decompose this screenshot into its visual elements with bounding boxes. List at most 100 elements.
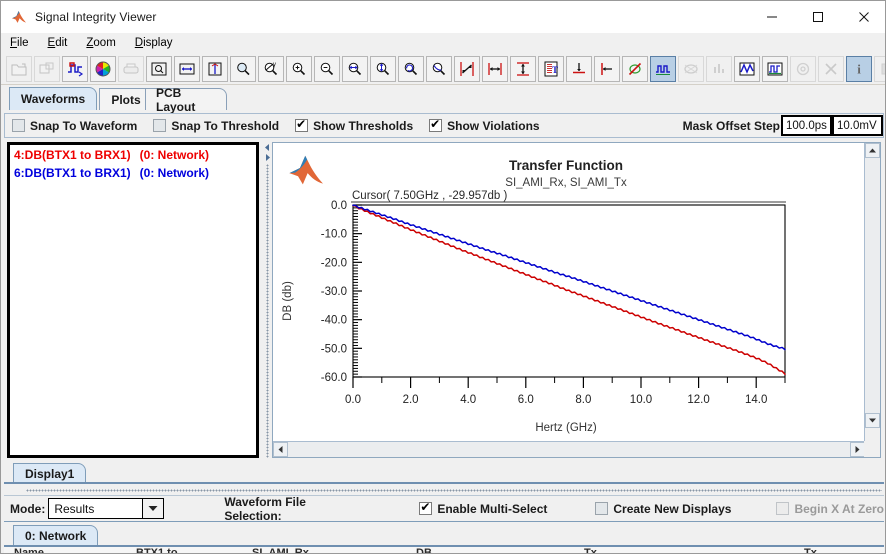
grip-dots — [26, 489, 882, 492]
print-icon — [118, 55, 144, 82]
text-report-icon[interactable]: T — [538, 55, 564, 82]
options-bar: Snap To Waveform Snap To Threshold Show … — [4, 113, 884, 138]
horizontal-scroll-track[interactable] — [288, 442, 850, 457]
splitter-collapse-left-icon[interactable] — [263, 143, 272, 152]
zoom-horizontal-icon[interactable] — [342, 55, 368, 82]
svg-text:-60.0: -60.0 — [321, 372, 347, 384]
collapse-up-icon[interactable] — [12, 487, 20, 499]
menu-file[interactable]: File — [8, 35, 37, 51]
menu-display[interactable]: Display — [133, 35, 181, 51]
vertical-scroll-track[interactable] — [865, 158, 880, 413]
tab-display1[interactable]: Display1 — [13, 463, 87, 483]
snap-to-waveform-checkbox-box[interactable] — [12, 119, 25, 132]
maximize-button[interactable] — [795, 1, 841, 33]
show-thresholds-checkbox-box[interactable] — [295, 117, 309, 132]
create-new-displays-checkbox-box[interactable] — [595, 502, 609, 515]
section-grip-bar[interactable] — [4, 486, 884, 499]
toolbar: y T i — [1, 53, 885, 85]
list-item[interactable]: 6:DB(BTX1 to BRX1) (0: Network) — [10, 166, 256, 180]
snap-to-threshold-checkbox[interactable]: Snap To Threshold — [153, 119, 279, 133]
scroll-down-button[interactable] — [865, 413, 880, 428]
splitter-grip[interactable] — [266, 164, 269, 458]
mode-label: Mode: — [10, 501, 46, 516]
histogram-icon — [706, 55, 732, 82]
list-item[interactable]: 4:DB(BTX1 to BRX1) (0: Network) — [10, 148, 256, 162]
chart-horizontal-scrollbar[interactable] — [273, 441, 865, 457]
display-tab-underline — [4, 482, 884, 484]
scroll-left-button[interactable] — [273, 442, 288, 457]
menu-edit-rest: dit — [55, 37, 68, 49]
signal-trace-icon[interactable] — [734, 55, 760, 82]
show-violations-checkbox-box[interactable] — [429, 117, 443, 132]
scrollbar-corner — [864, 441, 880, 457]
chart-canvas[interactable]: Transfer Function SI_AMI_Rx, SI_AMI_Tx C… — [273, 143, 865, 442]
show-thresholds-checkbox[interactable]: Show Thresholds — [295, 117, 414, 133]
mode-dropdown-value: Results — [54, 501, 95, 516]
snap-to-waveform-label: Snap To Waveform — [30, 118, 138, 133]
digital-waveform-icon[interactable] — [762, 55, 788, 82]
no-circle-icon[interactable] — [622, 55, 648, 82]
begin-x-at-zero-checkbox-box — [776, 502, 790, 515]
measure-horizontal-icon[interactable] — [482, 55, 508, 82]
waveform-id: 6:DB(BTX1 to BRX1) — [14, 166, 131, 180]
tab-network-0[interactable]: 0: Network — [13, 525, 99, 546]
zoom-horizontal-fit-icon[interactable] — [174, 55, 200, 82]
snap-to-waveform-checkbox[interactable]: Snap To Waveform — [12, 119, 137, 133]
minimize-button[interactable] — [749, 1, 795, 33]
signal-integrity-viewer-window: Signal Integrity Viewer File Edit Zoom D… — [0, 0, 886, 554]
tab-pcb-layout[interactable]: PCB Layout — [145, 86, 227, 114]
begin-x-at-zero-checkbox: Begin X At Zero — [776, 502, 884, 516]
waveform-list-panel[interactable]: 4:DB(BTX1 to BRX1) (0: Network) 6:DB(BTX1… — [7, 142, 259, 458]
ground-reference-icon[interactable] — [566, 55, 592, 82]
tab-plots-label: Plots — [111, 92, 141, 107]
chevron-down-icon[interactable] — [142, 499, 164, 518]
zoom-full-icon[interactable] — [426, 55, 452, 82]
table-column-header: SI_AMI_Rx — [252, 547, 309, 554]
measure-vertical-icon[interactable] — [510, 55, 536, 82]
color-wheel-icon[interactable] — [90, 55, 116, 82]
create-new-displays-checkbox[interactable]: Create New Displays — [595, 502, 731, 516]
mask-voltage-step-input[interactable]: 10.0mV — [832, 115, 883, 136]
info-icon[interactable]: i — [846, 55, 872, 82]
enable-multi-select-checkbox[interactable]: Enable Multi-Select — [419, 500, 548, 516]
waveform-view-icon[interactable] — [650, 55, 676, 82]
snap-to-threshold-checkbox-box[interactable] — [153, 119, 167, 132]
zoom-in-icon[interactable] — [286, 55, 312, 82]
svg-text:2.0: 2.0 — [403, 394, 419, 406]
svg-text:i: i — [857, 61, 861, 76]
splitter-collapse-right-icon[interactable] — [263, 153, 272, 162]
zoom-vertical-icon[interactable] — [370, 55, 396, 82]
zoom-page-icon[interactable] — [146, 55, 172, 82]
menu-bar: File Edit Zoom Display — [1, 33, 885, 53]
svg-text:T: T — [552, 65, 558, 75]
window-controls — [749, 1, 885, 33]
zoom-xy-icon[interactable]: y — [258, 55, 284, 82]
edit-waveform-icon[interactable] — [62, 55, 88, 82]
table-column-header: Tx — [584, 547, 597, 554]
zoom-out-icon[interactable] — [314, 55, 340, 82]
main-content-area: 4:DB(BTX1 to BRX1) (0: Network) 6:DB(BTX1… — [4, 141, 884, 461]
enable-multi-select-label: Enable Multi-Select — [437, 501, 548, 516]
svg-text:-50.0: -50.0 — [321, 343, 347, 355]
menu-edit[interactable]: Edit — [46, 35, 76, 51]
zoom-select-icon[interactable] — [230, 55, 256, 82]
delete-x-icon — [818, 55, 844, 82]
mode-dropdown[interactable]: Results — [48, 498, 165, 519]
scroll-right-button[interactable] — [850, 442, 865, 457]
eye-diagram-icon — [678, 55, 704, 82]
close-button[interactable] — [841, 1, 885, 33]
menu-zoom[interactable]: Zoom — [84, 35, 123, 51]
show-violations-checkbox[interactable]: Show Violations — [429, 117, 540, 133]
left-marker-icon[interactable] — [594, 55, 620, 82]
cursor-diagonal-icon[interactable] — [454, 55, 480, 82]
chart-vertical-scrollbar[interactable] — [864, 143, 880, 442]
svg-text:DB (db): DB (db) — [282, 281, 294, 321]
scroll-up-button[interactable] — [865, 143, 880, 158]
mask-time-step-input[interactable]: 100.0ps — [781, 115, 832, 136]
zoom-vertical-fit-icon[interactable] — [202, 55, 228, 82]
tab-waveforms[interactable]: Waveforms — [9, 87, 97, 110]
table-column-header: BTX1 to — [136, 547, 178, 554]
show-thresholds-label: Show Thresholds — [313, 118, 414, 133]
zoom-previous-icon[interactable] — [398, 55, 424, 82]
enable-multi-select-checkbox-box[interactable] — [419, 500, 433, 515]
